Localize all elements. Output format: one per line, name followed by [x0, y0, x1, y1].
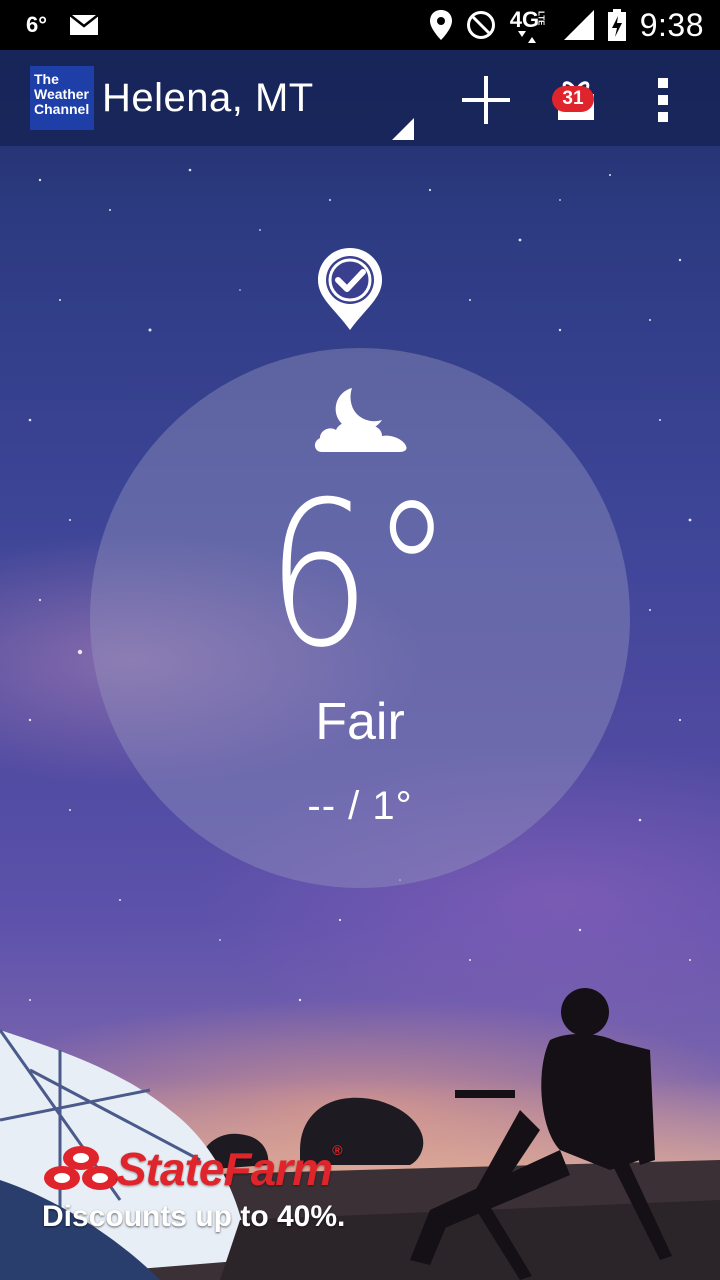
status-time: 9:38: [639, 6, 704, 43]
ad-text: Discounts up to 40%.: [42, 1200, 346, 1233]
high-low-temperature: -- / 1°: [307, 784, 413, 828]
check-pin-icon: [318, 248, 382, 330]
logo-line-1: The: [34, 71, 59, 87]
data-activity-icon: [517, 31, 536, 43]
ad-trademark: ®: [331, 1142, 342, 1158]
location-icon: [429, 10, 452, 40]
gift-badge: 31: [552, 86, 594, 112]
state-farm-ad[interactable]: StateFarm® Discounts up to 40%.: [38, 1142, 398, 1252]
add-location-button[interactable]: [460, 74, 512, 126]
ad-brand: StateFarm®: [116, 1142, 342, 1196]
mail-icon: [70, 15, 98, 35]
logo-line-2: Weather: [34, 86, 89, 102]
status-bar: 6° 4G LTE 9:38: [0, 0, 720, 50]
do-not-disturb-icon: [466, 11, 495, 39]
battery-charging-icon: [607, 9, 626, 41]
gift-button[interactable]: 31: [548, 72, 604, 128]
status-temperature: 6°: [26, 12, 48, 37]
network-subtype: LTE: [536, 11, 546, 26]
signal-icon: [563, 10, 594, 40]
network-indicator: 4G LTE: [510, 5, 550, 45]
ad-brand-name: StateFarm: [116, 1143, 333, 1195]
more-options-button[interactable]: [648, 74, 678, 126]
temperature-value: 6°: [266, 459, 454, 692]
logo-line-3: Channel: [34, 101, 90, 117]
weather-channel-logo[interactable]: The Weather Channel: [30, 66, 94, 130]
location-selector[interactable]: Helena, MT: [102, 76, 314, 121]
network-type: 4G: [509, 7, 540, 32]
app-bar: The Weather Channel Helena, MT 31: [0, 50, 720, 146]
state-farm-logo-icon: [44, 1146, 118, 1190]
condition-phrase: Fair: [315, 693, 405, 751]
current-temperature: 6°: [0, 476, 720, 676]
partly-cloudy-night-icon: [314, 388, 407, 452]
dropdown-caret-icon[interactable]: [392, 118, 414, 140]
